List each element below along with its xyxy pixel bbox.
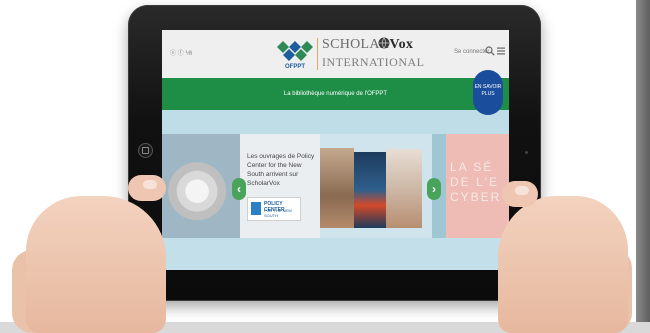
site-header: ⓔ ⓕ ⅟ð OFPPT SCHOLARVox INTERNATIONAL Se… bbox=[162, 30, 509, 78]
brand-bold: Vox bbox=[389, 37, 414, 52]
carousel-next-button[interactable]: › bbox=[427, 178, 441, 200]
tablet-screen: ⓔ ⓕ ⅟ð OFPPT SCHOLARVox INTERNATIONAL Se… bbox=[162, 30, 509, 270]
policy-center-line2: FOR THE NEW SOUTH bbox=[264, 208, 292, 218]
globe-icon bbox=[378, 37, 390, 49]
right-hand bbox=[498, 196, 628, 333]
tablet-home-button bbox=[138, 143, 153, 158]
learn-more-button[interactable]: EN SAVOIR PLUS bbox=[473, 70, 503, 115]
logo-divider bbox=[317, 38, 318, 70]
next-slide-text: LA SÉ DE L'E CYBER bbox=[450, 160, 502, 204]
language-selector[interactable]: ⓔ ⓕ ⅟ð bbox=[170, 48, 192, 57]
brand-international: INTERNATIONAL bbox=[322, 55, 425, 69]
search-icon[interactable] bbox=[485, 46, 495, 56]
learn-more-label: EN SAVOIR PLUS bbox=[474, 84, 502, 97]
right-thumbnail bbox=[515, 186, 529, 195]
banner-text: La bibliothèque numérique de l'OFPPT bbox=[283, 91, 388, 97]
next-slide-card[interactable]: LA SÉ DE L'E CYBER bbox=[432, 134, 509, 238]
book-cover-1[interactable] bbox=[320, 148, 354, 228]
carousel-prev-button[interactable]: ‹ bbox=[232, 178, 246, 200]
library-banner: La bibliothèque numérique de l'OFPPT bbox=[162, 78, 509, 110]
left-thumbnail bbox=[143, 180, 157, 189]
ofppt-label: OFPPT bbox=[284, 64, 305, 70]
scholarvox-wordmark[interactable]: SCHOLARVox bbox=[322, 37, 413, 53]
page-footer-band bbox=[162, 238, 509, 270]
rope-knot-image bbox=[162, 134, 240, 238]
policy-center-logo-icon bbox=[251, 202, 261, 215]
book-cover-3[interactable] bbox=[386, 149, 422, 228]
background-wall-strip bbox=[636, 0, 650, 333]
left-hand bbox=[26, 196, 166, 333]
promo-card[interactable]: Les ouvrages de Policy Center for the Ne… bbox=[240, 134, 320, 238]
menu-icon[interactable] bbox=[497, 47, 505, 55]
policy-center-logo: POLICY CENTER FOR THE NEW SOUTH bbox=[247, 197, 301, 221]
tablet-camera bbox=[525, 151, 528, 154]
book-cover-2[interactable] bbox=[354, 152, 386, 228]
promo-text: Les ouvrages de Policy Center for the Ne… bbox=[247, 153, 315, 187]
